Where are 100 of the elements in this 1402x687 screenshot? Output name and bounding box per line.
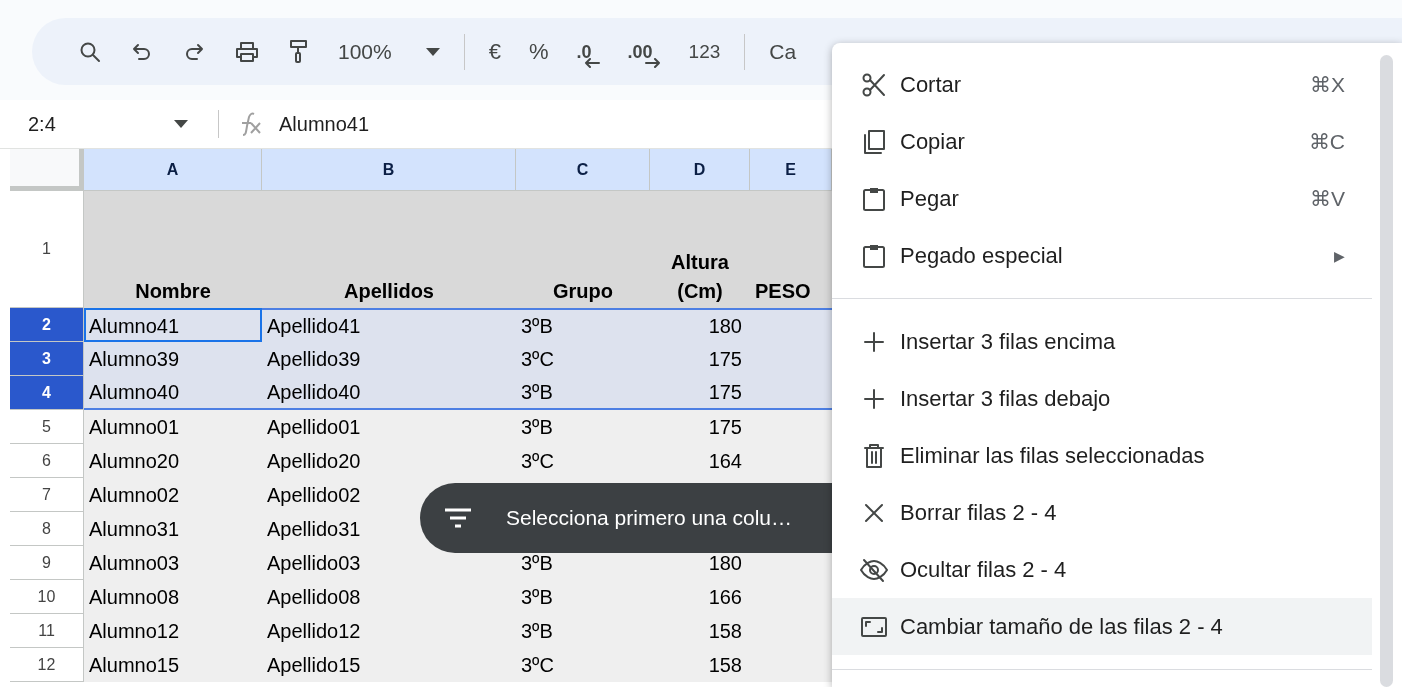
scrollbar[interactable] bbox=[1380, 55, 1393, 687]
menu-item-label: Copiar bbox=[900, 128, 966, 155]
plus-icon bbox=[863, 387, 885, 410]
menu-item[interactable]: Cambiar tamaño de las filas 2 - 4 bbox=[832, 598, 1372, 655]
table-cell: Alumno02 bbox=[84, 478, 262, 512]
menu-item-label: Ocultar filas 2 - 4 bbox=[900, 556, 1068, 583]
table-cell: Apellido08 bbox=[262, 580, 516, 614]
table-cell: Alumno41 bbox=[84, 308, 262, 342]
menu-item[interactable]: Borrar filas 2 - 4 bbox=[832, 484, 1372, 541]
table-cell: Apellido41 bbox=[262, 308, 516, 342]
table-cell: Alumno40 bbox=[84, 376, 262, 410]
table-cell: Apellido39 bbox=[262, 342, 516, 376]
table-cell: Alumno39 bbox=[84, 342, 262, 376]
table-cell: Alumno31 bbox=[84, 512, 262, 546]
menu-item[interactable]: Cortar ⌘X bbox=[832, 56, 1372, 113]
table-cell: Alumno03 bbox=[84, 546, 262, 580]
row-header[interactable]: 7 bbox=[10, 478, 84, 512]
table-cell: Apellido15 bbox=[262, 648, 516, 682]
row-header[interactable]: 9 bbox=[10, 546, 84, 580]
menu-item[interactable]: Pegado especial ▶ bbox=[832, 227, 1372, 284]
close-icon bbox=[864, 502, 884, 523]
row-header[interactable]: 4 bbox=[10, 376, 84, 410]
column-heading: PESO bbox=[750, 191, 832, 308]
row-header[interactable]: 10 bbox=[10, 580, 84, 614]
column-header[interactable]: E bbox=[750, 149, 832, 191]
column-header[interactable]: C bbox=[516, 149, 650, 191]
name-box[interactable]: 2:4 bbox=[0, 112, 200, 136]
table-cell: Alumno01 bbox=[84, 410, 262, 444]
table-cell: 3ºB bbox=[516, 308, 650, 342]
menu-item[interactable]: Pegar ⌘V bbox=[832, 170, 1372, 227]
table-cell: 180 bbox=[650, 308, 750, 342]
column-heading: Nombre bbox=[84, 191, 262, 308]
row-header[interactable]: 1 bbox=[10, 191, 84, 308]
table-cell: 3ºC bbox=[516, 342, 650, 376]
table-cell: Apellido20 bbox=[262, 444, 516, 478]
table-cell: Alumno15 bbox=[84, 648, 262, 682]
menu-item-label: Insertar 3 filas encima bbox=[900, 328, 1117, 355]
column-heading: Grupo bbox=[516, 191, 650, 308]
menu-item-label: Pegado especial bbox=[900, 242, 1064, 269]
dropdown-caret-icon bbox=[425, 47, 440, 56]
table-cell: 175 bbox=[650, 410, 750, 444]
percent-button[interactable]: % bbox=[514, 31, 563, 72]
menu-item[interactable]: Copiar ⌘C bbox=[832, 113, 1372, 170]
currency-button[interactable]: € bbox=[474, 31, 515, 72]
resize-icon bbox=[860, 615, 888, 638]
row-header[interactable]: 6 bbox=[10, 444, 84, 478]
table-cell: 3ºB bbox=[516, 614, 650, 648]
clipboard-icon bbox=[862, 242, 886, 269]
shortcut-text: ⌘X bbox=[1310, 72, 1345, 97]
menu-item-label: Insertar 3 filas debajo bbox=[900, 385, 1112, 412]
row-header[interactable]: 3 bbox=[10, 342, 84, 376]
row-header[interactable]: 8 bbox=[10, 512, 84, 546]
column-heading: Altura (Cm) bbox=[650, 191, 750, 308]
zoom-dropdown[interactable]: 100% bbox=[324, 31, 454, 72]
row-header[interactable]: 5 bbox=[10, 410, 84, 444]
table-cell: 3ºC bbox=[516, 648, 650, 682]
arrow-icon bbox=[644, 57, 661, 68]
menu-item[interactable]: Insertar 3 filas encima bbox=[832, 313, 1372, 370]
table-cell: Apellido12 bbox=[262, 614, 516, 648]
decrease-decimal-button[interactable]: .0 bbox=[562, 31, 614, 72]
column-header[interactable]: A bbox=[84, 149, 262, 191]
row-header[interactable]: 2 bbox=[10, 308, 84, 342]
menu-item-label: Pegar bbox=[900, 185, 960, 212]
paint-roller-icon bbox=[288, 38, 310, 65]
table-cell: 3ºB bbox=[516, 410, 650, 444]
table-cell: 3ºB bbox=[516, 376, 650, 410]
menu-item-label: Cortar bbox=[900, 71, 963, 98]
table-cell: 166 bbox=[650, 580, 750, 614]
row-header[interactable]: 12 bbox=[10, 648, 84, 682]
table-cell: 3ºB bbox=[516, 580, 650, 614]
row-header[interactable]: 11 bbox=[10, 614, 84, 648]
table-cell: Alumno12 bbox=[84, 614, 262, 648]
print-icon bbox=[234, 39, 260, 64]
column-header[interactable]: B bbox=[262, 149, 516, 191]
font-dropdown[interactable]: Ca bbox=[755, 31, 811, 72]
table-cell: Apellido03 bbox=[262, 546, 516, 580]
table-cell: Alumno20 bbox=[84, 444, 262, 478]
increase-decimal-button[interactable]: .00 bbox=[613, 31, 675, 72]
plus-icon bbox=[863, 330, 885, 353]
shortcut-text: ⌘V bbox=[1310, 186, 1345, 211]
submenu-arrow: ▶ bbox=[1334, 247, 1345, 264]
table-cell: 164 bbox=[650, 444, 750, 478]
table-cell: Alumno08 bbox=[84, 580, 262, 614]
table-cell: 158 bbox=[650, 614, 750, 648]
menu-item-label: Cambiar tamaño de las filas 2 - 4 bbox=[900, 613, 1224, 640]
menu-item[interactable]: Insertar 3 filas debajo bbox=[832, 370, 1372, 427]
menu-item-label: Eliminar las filas seleccionadas bbox=[900, 442, 1206, 469]
formula-field[interactable]: Alumno41 bbox=[279, 112, 370, 136]
table-cell: Apellido40 bbox=[262, 376, 516, 410]
table-cell: 175 bbox=[650, 342, 750, 376]
column-header[interactable]: D bbox=[650, 149, 750, 191]
copy-icon bbox=[862, 128, 886, 155]
shortcut-text: ⌘C bbox=[1308, 129, 1345, 154]
column-heading: Apellidos bbox=[262, 191, 516, 308]
filter-icon bbox=[444, 507, 472, 529]
menu-item[interactable]: Ocultar filas 2 - 4 bbox=[832, 541, 1372, 598]
scissors-icon bbox=[861, 71, 887, 98]
number-format-button[interactable]: 123 bbox=[674, 31, 735, 72]
table-cell: 175 bbox=[650, 376, 750, 410]
menu-item[interactable]: Eliminar las filas seleccionadas bbox=[832, 427, 1372, 484]
